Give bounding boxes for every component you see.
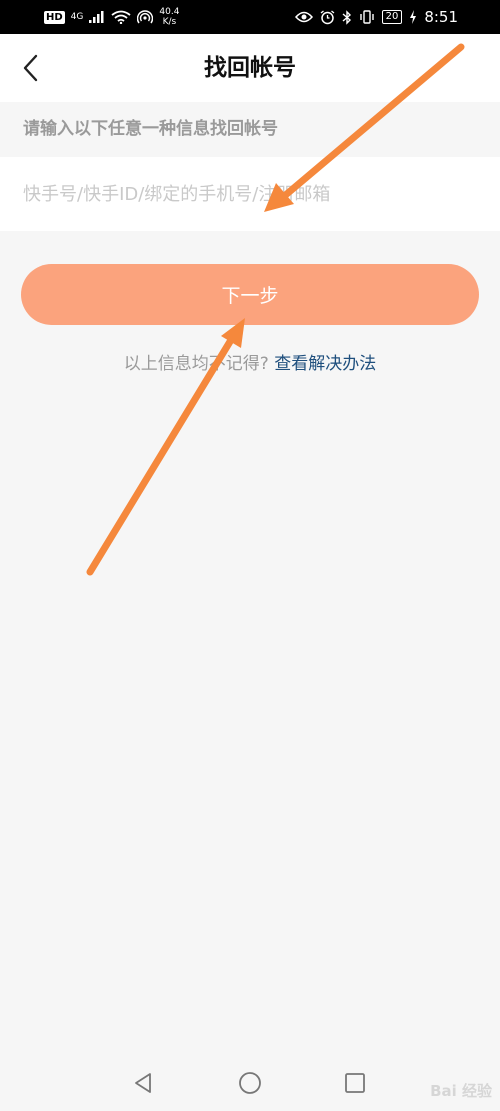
network-type: 4G xyxy=(70,12,84,22)
forgot-info-text: 以上信息均不记得? xyxy=(123,354,269,374)
circle-home-icon xyxy=(239,1072,261,1094)
speed-value: 40.4 xyxy=(159,7,180,17)
vibrate-icon xyxy=(359,10,374,24)
account-input-row xyxy=(0,157,500,231)
nav-back-button[interactable] xyxy=(127,1067,159,1099)
hd-badge: HD xyxy=(44,10,65,24)
system-nav-bar xyxy=(0,1055,500,1111)
back-button[interactable] xyxy=(10,48,50,88)
nav-home-button[interactable] xyxy=(234,1067,266,1099)
signal-icon xyxy=(89,11,104,23)
wifi-icon xyxy=(111,10,131,24)
battery-level: 20 xyxy=(381,10,403,24)
baidu-watermark: Bai 经验 xyxy=(430,1082,492,1100)
charging-icon xyxy=(410,10,417,24)
app-header: 找回帐号 xyxy=(0,34,500,102)
next-button[interactable]: 下一步 xyxy=(21,264,479,325)
hotspot-icon xyxy=(137,10,154,24)
status-bar: HD 4G 40.4 K/s 20 8:51 xyxy=(0,0,500,34)
triangle-back-icon xyxy=(135,1073,151,1093)
form-prompt: 请输入以下任意一种信息找回帐号 xyxy=(23,119,278,139)
page-title: 找回帐号 xyxy=(204,54,296,81)
square-recents-icon xyxy=(345,1073,365,1093)
account-input[interactable] xyxy=(0,157,500,231)
speed-unit: K/s xyxy=(162,17,177,27)
alarm-icon xyxy=(320,9,334,24)
nav-recents-button[interactable] xyxy=(339,1067,371,1099)
network-speed: 40.4 K/s xyxy=(159,7,179,27)
help-line: 以上信息均不记得? 查看解决办法 xyxy=(0,349,500,374)
status-left: HD 4G 40.4 K/s xyxy=(44,0,179,34)
status-right: 20 8:51 xyxy=(294,0,458,34)
view-solution-link[interactable]: 查看解决办法 xyxy=(274,354,376,374)
clock-time: 8:51 xyxy=(424,8,458,26)
chevron-left-icon xyxy=(23,54,38,82)
eye-icon xyxy=(294,11,313,23)
bluetooth-icon xyxy=(342,9,351,25)
